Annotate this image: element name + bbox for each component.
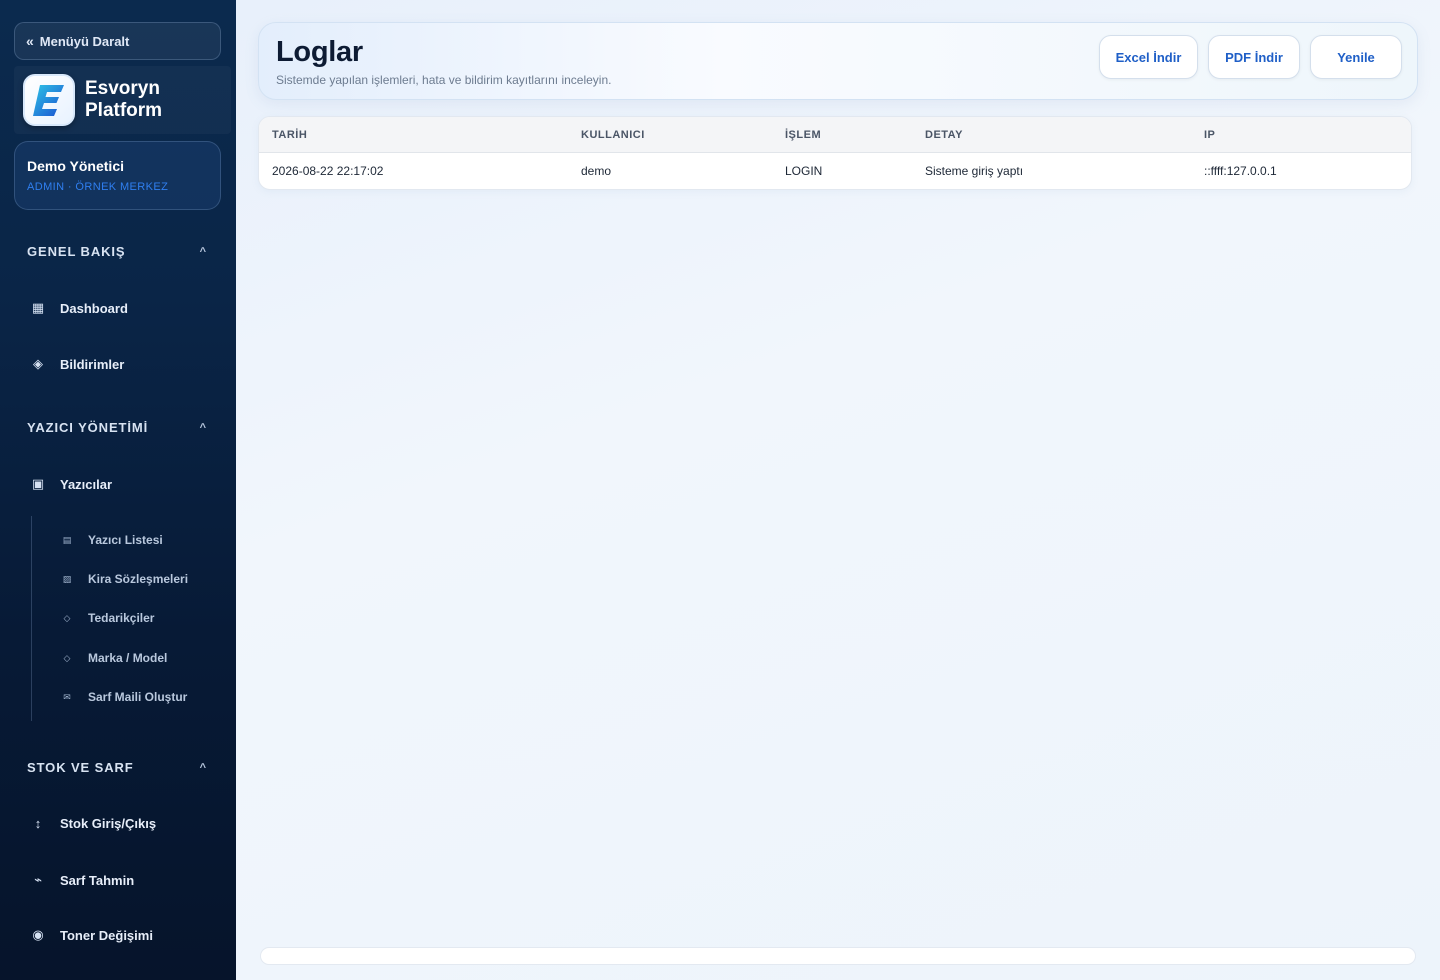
column-header-ip[interactable]: IP bbox=[1204, 129, 1215, 141]
section-title: STOK VE SARF bbox=[27, 760, 134, 775]
sidebar-subitem-label: Yazıcı Listesi bbox=[88, 533, 163, 547]
cell-action: LOGIN bbox=[785, 164, 823, 178]
page-title: Loglar bbox=[276, 36, 363, 68]
sidebar-item-sarf-tahmin[interactable]: ⌁ Sarf Tahmin bbox=[30, 872, 134, 888]
column-header-date[interactable]: TARİH bbox=[272, 129, 307, 141]
sidebar-item-label: Toner Değişimi bbox=[60, 927, 153, 943]
user-card[interactable]: Demo Yönetici ADMIN · ÖRNEK MERKEZ bbox=[14, 141, 221, 210]
page-subtitle: Sistemde yapılan işlemleri, hata ve bild… bbox=[276, 73, 612, 87]
sidebar-subitem-tedarikciler[interactable]: ◇ Tedarikçiler bbox=[62, 611, 155, 625]
brand[interactable]: Esvoryn Platform bbox=[14, 66, 231, 134]
sidebar-item-yazicilar[interactable]: ▣ Yazıcılar bbox=[30, 476, 112, 492]
sidebar-subitem-kira-sozlesmeleri[interactable]: ▨ Kira Sözleşmeleri bbox=[62, 572, 188, 586]
caret-up-icon: ^ bbox=[199, 761, 207, 774]
cell-user: demo bbox=[581, 164, 612, 178]
list-icon: ▤ bbox=[62, 534, 72, 545]
sidebar-subitem-label: Kira Sözleşmeleri bbox=[88, 572, 189, 586]
column-header-detail[interactable]: DETAY bbox=[925, 129, 963, 141]
brand-name: Esvoryn Platform bbox=[85, 78, 162, 122]
cell-ip: ::ffff:127.0.0.1 bbox=[1204, 164, 1277, 178]
sidebar-item-dashboard[interactable]: ▦ Dashboard bbox=[30, 300, 128, 316]
sidebar-item-bildirimler[interactable]: ◈ Bildirimler bbox=[30, 356, 124, 372]
diamond-small-icon: ◇ bbox=[63, 612, 71, 623]
sidebar: « Menüyü Daralt Esvoryn Platform Demo Yö… bbox=[0, 0, 236, 980]
double-chevron-left-icon: « bbox=[26, 33, 34, 49]
sidebar-subitem-yazici-listesi[interactable]: ▤ Yazıcı Listesi bbox=[62, 533, 163, 547]
caret-up-icon: ^ bbox=[199, 421, 207, 434]
radio-icon: ◉ bbox=[32, 927, 44, 942]
cell-date: 2026-08-22 22:17:02 bbox=[272, 164, 384, 178]
sidebar-item-label: Sarf Tahmin bbox=[60, 872, 135, 888]
submenu-line bbox=[31, 516, 32, 721]
section-title: GENEL BAKIŞ bbox=[27, 244, 126, 259]
sidebar-item-label: Bildirimler bbox=[60, 356, 125, 372]
logs-table: TARİH KULLANICI İŞLEM DETAY IP 2026-08-2… bbox=[258, 116, 1412, 190]
sidebar-subitem-marka-model[interactable]: ◇ Marka / Model bbox=[62, 651, 168, 665]
logo-icon bbox=[23, 74, 75, 126]
sidebar-item-toner-degisimi[interactable]: ◉ Toner Değişimi bbox=[30, 927, 153, 943]
column-header-action[interactable]: İŞLEM bbox=[785, 129, 821, 141]
user-role: ADMIN · ÖRNEK MERKEZ bbox=[27, 181, 169, 193]
excel-download-button[interactable]: Excel İndir bbox=[1099, 35, 1198, 79]
sidebar-subitem-label: Sarf Maili Oluştur bbox=[88, 690, 188, 704]
sidebar-item-label: Dashboard bbox=[60, 300, 128, 316]
section-stok-ve-sarf[interactable]: STOK VE SARF ^ bbox=[27, 760, 207, 775]
section-yazici-yonetimi[interactable]: YAZICI YÖNETİMİ ^ bbox=[27, 420, 207, 435]
printer-icon: ▣ bbox=[31, 476, 45, 491]
grid-icon: ▦ bbox=[31, 300, 45, 315]
pdf-download-button[interactable]: PDF İndir bbox=[1208, 35, 1300, 79]
trend-icon: ⌁ bbox=[34, 872, 42, 887]
sidebar-item-label: Yazıcılar bbox=[60, 476, 113, 492]
collapse-menu-button[interactable]: « Menüyü Daralt bbox=[14, 22, 221, 60]
app: « Menüyü Daralt Esvoryn Platform Demo Yö… bbox=[0, 0, 1440, 980]
sidebar-item-label: Stok Giriş/Çıkış bbox=[60, 816, 157, 831]
table-header: TARİH KULLANICI İŞLEM DETAY IP bbox=[259, 117, 1411, 153]
refresh-button[interactable]: Yenile bbox=[1310, 35, 1402, 79]
cell-detail: Sisteme giriş yaptı bbox=[925, 164, 1024, 178]
contract-icon: ▨ bbox=[62, 573, 72, 584]
page-header: Loglar Sistemde yapılan işlemleri, hata … bbox=[258, 22, 1418, 100]
diamond-small-icon: ◇ bbox=[63, 652, 71, 663]
brand-line2: Platform bbox=[85, 100, 163, 121]
caret-up-icon: ^ bbox=[199, 245, 207, 258]
main-content: Loglar Sistemde yapılan işlemleri, hata … bbox=[236, 0, 1440, 980]
collapse-menu-label: Menüyü Daralt bbox=[39, 33, 130, 49]
diamond-icon: ◈ bbox=[33, 356, 43, 371]
column-header-user[interactable]: KULLANICI bbox=[581, 129, 645, 141]
section-genel-bakis[interactable]: GENEL BAKIŞ ^ bbox=[27, 244, 207, 259]
sidebar-item-stok-giris-cikis[interactable]: ↕ Stok Giriş/Çıkış bbox=[30, 816, 156, 831]
sidebar-subitem-label: Tedarikçiler bbox=[88, 611, 155, 625]
user-name: Demo Yönetici bbox=[27, 158, 124, 174]
sidebar-subitem-label: Marka / Model bbox=[88, 651, 168, 665]
horizontal-scrollbar[interactable] bbox=[260, 947, 1416, 965]
mail-icon: ✉ bbox=[63, 691, 71, 702]
section-title: YAZICI YÖNETİMİ bbox=[27, 420, 149, 435]
brand-line1: Esvoryn bbox=[85, 78, 160, 100]
sidebar-subitem-sarf-maili[interactable]: ✉ Sarf Maili Oluştur bbox=[62, 690, 187, 704]
arrows-vertical-icon: ↕ bbox=[34, 816, 42, 831]
